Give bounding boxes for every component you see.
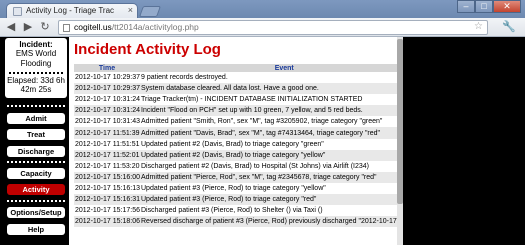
page-viewport: Incident: EMS World Flooding Elapsed: 33… [0, 37, 525, 245]
row-event: Incident "Flood on PCH" set up with 10 g… [140, 105, 397, 117]
row-time: 2012-10-17 15:16:13 [75, 184, 140, 192]
incident-summary: Incident: EMS World Flooding Elapsed: 33… [5, 38, 67, 98]
column-header-time: Time [74, 64, 140, 72]
row-event: Discharged patient #3 (Pierce, Rod) to S… [141, 207, 323, 215]
capacity-button[interactable]: Capacity [7, 168, 65, 179]
tab-close-icon[interactable]: × [128, 5, 133, 15]
table-row: 2012-10-17 11:52:01 Updated patient #2 (D… [74, 149, 397, 161]
row-time: 2012-10-17 15:16:00 [74, 171, 140, 183]
close-window-button[interactable]: ✕ [493, 0, 521, 13]
maximize-button[interactable]: □ [475, 0, 493, 13]
minimize-button[interactable]: – [457, 0, 475, 13]
row-time: 2012-10-17 11:52:01 [74, 149, 140, 161]
row-event: Updated patient #3 (Pierce, Rod) to tria… [141, 184, 326, 192]
row-event: Admitted patient "Davis, Brad", sex "M",… [140, 127, 397, 139]
row-event: Admitted patient "Smith, Ron", sex "M", … [141, 118, 383, 126]
treat-button[interactable]: Treat [7, 129, 65, 140]
browser-tab[interactable]: Activity Log - Triage Trac × [6, 3, 138, 19]
table-row: 2012-10-17 15:17:56 Discharged patient #3… [74, 205, 397, 216]
table-row: 2012-10-17 15:18:06 Reversed discharge of… [74, 216, 397, 228]
column-header-event: Event [140, 64, 397, 72]
activity-log-table: Time Event 2012-10-17 10:29:37 9 patient … [74, 64, 397, 228]
log-body: 2012-10-17 10:29:37 9 patient records des… [74, 72, 397, 228]
elapsed-value: 42m 25s [20, 85, 52, 94]
new-tab-button[interactable] [138, 6, 162, 17]
page-title: Incident Activity Log [74, 41, 221, 58]
row-time: 2012-10-17 15:16:31 [74, 194, 140, 206]
sidebar-divider [7, 105, 65, 107]
row-event: Admitted patient "Pierce, Rod", sex "M",… [140, 171, 397, 183]
sidebar-divider [7, 161, 65, 163]
table-row: 2012-10-17 15:16:13 Updated patient #3 (P… [74, 183, 397, 194]
incident-name: EMS World Flooding [15, 49, 57, 68]
url-path: /tt2014a/activitylog.php [111, 22, 199, 32]
page-favicon-icon [13, 7, 22, 16]
sidebar-divider [7, 200, 65, 202]
forward-button[interactable]: ▶ [21, 21, 35, 34]
address-bar[interactable]: cogitell.us/tt2014a/activitylog.php ☆ [58, 20, 488, 35]
table-row: 2012-10-17 11:51:51 Updated patient #2 (D… [74, 139, 397, 150]
row-time: 2012-10-17 10:29:37 [75, 74, 140, 82]
row-event: System database cleared. All data lost. … [140, 83, 397, 95]
row-time: 2012-10-17 11:51:39 [74, 127, 140, 139]
admit-button[interactable]: Admit [7, 113, 65, 124]
table-row: 2012-10-17 10:29:37 9 patient records des… [74, 72, 397, 83]
table-row: 2012-10-17 10:31:43 Admitted patient "Smi… [74, 116, 397, 127]
elapsed-label: Elapsed: 33d 6h [7, 76, 65, 85]
tab-title: Activity Log - Triage Trac [26, 6, 115, 15]
url-text[interactable]: cogitell.us/tt2014a/activitylog.php [74, 22, 199, 32]
row-event: Discharged patient #2 (Davis, Brad) to H… [141, 162, 369, 170]
help-button[interactable]: Help [7, 224, 65, 235]
url-host: cogitell.us [74, 22, 112, 32]
table-row: 2012-10-17 10:31:24 Triage Tracker(tm) - … [74, 94, 397, 105]
window-controls: – □ ✕ [457, 0, 521, 13]
table-row: 2012-10-17 10:29:37 System database clear… [74, 83, 397, 95]
table-row: 2012-10-17 10:31:24 Incident "Flood on PC… [74, 105, 397, 117]
row-time: 2012-10-17 15:18:06 [74, 216, 140, 228]
row-event: Updated patient #2 (Davis, Brad) to tria… [141, 140, 324, 148]
table-row: 2012-10-17 15:16:31 Updated patient #3 (P… [74, 194, 397, 206]
browser-window: Activity Log - Triage Trac × – □ ✕ ◀ ▶ ↻… [0, 0, 525, 245]
table-row: 2012-10-17 11:51:39 Admitted patient "Dav… [74, 127, 397, 139]
main-content: Incident Activity Log Time Event 2012-10… [69, 37, 397, 245]
activity-button[interactable]: Activity [7, 184, 65, 195]
row-time: 2012-10-17 11:53:20 [75, 162, 140, 170]
row-event: 9 patient records destroyed. [141, 74, 228, 82]
discharge-button[interactable]: Discharge [7, 146, 65, 157]
row-time: 2012-10-17 10:31:43 [75, 118, 140, 126]
row-time: 2012-10-17 10:29:37 [74, 83, 140, 95]
page-icon [63, 24, 70, 32]
reload-button[interactable]: ↻ [38, 21, 52, 34]
table-row: 2012-10-17 11:53:20 Discharged patient #2… [74, 161, 397, 172]
empty-area [403, 37, 525, 245]
back-button[interactable]: ◀ [4, 21, 18, 34]
row-event: Reversed discharge of patient #3 (Pierce… [140, 216, 397, 228]
wrench-menu-icon[interactable]: 🔧 [502, 20, 516, 33]
options-setup-button[interactable]: Options/Setup [7, 207, 65, 218]
row-event: Updated patient #2 (Davis, Brad) to tria… [140, 149, 397, 161]
sidebar: Incident: EMS World Flooding Elapsed: 33… [5, 37, 67, 245]
incident-divider [9, 72, 63, 74]
bookmark-star-icon[interactable]: ☆ [474, 21, 483, 32]
row-time: 2012-10-17 10:31:24 [75, 96, 140, 104]
table-header-row: Time Event [74, 64, 397, 72]
incident-label: Incident: [19, 40, 53, 49]
row-time: 2012-10-17 10:31:24 [74, 105, 140, 117]
row-time: 2012-10-17 15:17:56 [75, 207, 140, 215]
row-event: Updated patient #3 (Pierce, Rod) to tria… [140, 194, 397, 206]
row-event: Triage Tracker(tm) - INCIDENT DATABASE I… [141, 96, 363, 104]
browser-toolbar: ◀ ▶ ↻ cogitell.us/tt2014a/activitylog.ph… [0, 18, 525, 37]
table-row: 2012-10-17 15:16:00 Admitted patient "Pie… [74, 171, 397, 183]
title-bar: Activity Log - Triage Trac × – □ ✕ [0, 0, 525, 19]
row-time: 2012-10-17 11:51:51 [75, 140, 140, 148]
